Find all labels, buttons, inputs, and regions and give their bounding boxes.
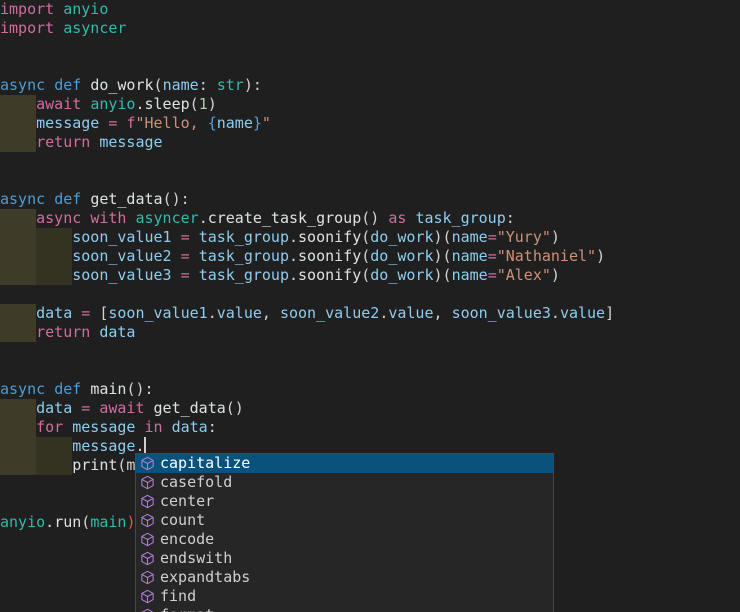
suggestion-label: capitalize [160,454,250,473]
suggestion-item-capitalize[interactable]: capitalize [136,454,553,473]
code-line[interactable]: soon_value3 = task_group.soonify(do_work… [0,266,740,285]
code-text: print(me [0,456,145,474]
method-icon [140,475,155,490]
code-line[interactable]: await anyio.sleep(1) [0,95,740,114]
code-text: async def do_work(name: str): [0,76,262,94]
suggestion-item-expandtabs[interactable]: expandtabs [136,568,553,587]
code-line[interactable] [0,285,740,304]
code-line[interactable] [0,152,740,171]
code-text: await anyio.sleep(1) [0,95,217,113]
code-text: soon_value3 = task_group.soonify(do_work… [0,266,560,284]
suggestion-label: casefold [160,473,232,492]
code-line[interactable] [0,57,740,76]
code-text: data = [soon_value1.value, soon_value2.v… [0,304,614,322]
code-line[interactable]: soon_value1 = task_group.soonify(do_work… [0,228,740,247]
code-text: message = f"Hello, {name}" [0,114,271,132]
method-icon [140,513,155,528]
method-icon [140,456,155,471]
suggestion-label: format [160,606,214,612]
code-text: data = await get_data() [0,399,244,417]
suggestion-label: encode [160,530,214,549]
code-line[interactable] [0,342,740,361]
code-line[interactable]: async def main(): [0,380,740,399]
code-line[interactable] [0,171,740,190]
suggestion-item-center[interactable]: center [136,492,553,511]
code-text: async def main(): [0,380,154,398]
code-line[interactable]: data = await get_data() [0,399,740,418]
suggestion-item-endswith[interactable]: endswith [136,549,553,568]
suggestion-item-format[interactable]: format [136,606,553,612]
method-icon [140,589,155,604]
code-text: async with asyncer.create_task_group() a… [0,209,515,227]
code-text: message. [0,437,145,455]
code-line[interactable]: async def get_data(): [0,190,740,209]
suggestion-label: find [160,587,196,606]
autocomplete-popup[interactable]: capitalizecasefoldcentercountencodeendsw… [135,453,554,612]
suggestion-item-encode[interactable]: encode [136,530,553,549]
code-text: anyio.run(main) [0,513,135,531]
code-editor: import anyioimport asyncer async def do_w… [0,0,740,612]
code-line[interactable]: async with asyncer.create_task_group() a… [0,209,740,228]
suggestion-label: count [160,511,205,530]
method-icon [140,608,155,612]
code-line[interactable] [0,361,740,380]
suggestion-label: expandtabs [160,568,250,587]
code-text: soon_value1 = task_group.soonify(do_work… [0,228,560,246]
suggestion-item-find[interactable]: find [136,587,553,606]
suggestion-item-count[interactable]: count [136,511,553,530]
code-line[interactable]: return data [0,323,740,342]
code-text: async def get_data(): [0,190,190,208]
code-line[interactable]: import asyncer [0,19,740,38]
suggestion-item-casefold[interactable]: casefold [136,473,553,492]
method-icon [140,532,155,547]
method-icon [140,551,155,566]
code-line[interactable]: import anyio [0,0,740,19]
suggestion-label: endswith [160,549,232,568]
code-text: return message [0,133,163,151]
code-line[interactable] [0,38,740,57]
code-line[interactable]: async def do_work(name: str): [0,76,740,95]
code-text: soon_value2 = task_group.soonify(do_work… [0,247,605,265]
code-text: return data [0,323,135,341]
code-line[interactable]: for message in data: [0,418,740,437]
code-line[interactable]: soon_value2 = task_group.soonify(do_work… [0,247,740,266]
method-icon [140,570,155,585]
method-icon [140,494,155,509]
suggestion-label: center [160,492,214,511]
code-text: for message in data: [0,418,217,436]
code-text: import asyncer [0,19,126,37]
code-line[interactable]: message = f"Hello, {name}" [0,114,740,133]
code-line[interactable]: data = [soon_value1.value, soon_value2.v… [0,304,740,323]
code-line[interactable]: return message [0,133,740,152]
code-text: import anyio [0,0,108,18]
